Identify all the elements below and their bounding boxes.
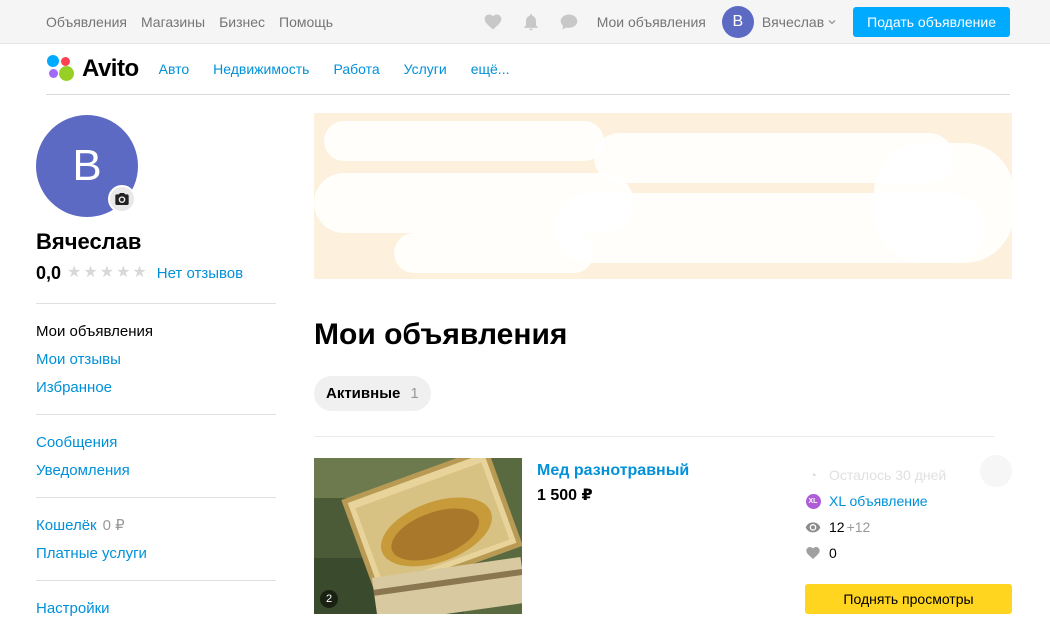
sidebar-item-messages[interactable]: Сообщения: [36, 429, 276, 457]
xl-badge-icon: XL: [805, 493, 821, 509]
star-icon: ★: [83, 264, 98, 281]
tab-active-label: Активные: [326, 385, 401, 402]
profile-avatar[interactable]: В: [36, 115, 138, 217]
profile-avatar-letter: В: [72, 141, 102, 190]
category-nav: Авто Недвижимость Работа Услуги ещё...: [159, 61, 510, 77]
eye-icon: [805, 519, 821, 535]
ad-title-link[interactable]: Мед разнотравный: [537, 462, 689, 480]
profile-sidebar: В Вячеслав 0,0 ★ ★ ★ ★ ★ Нет отзывов Мои…: [36, 115, 276, 635]
ad-remaining-text: Осталось 30 дней: [829, 467, 947, 483]
top-nav: Объявления Магазины Бизнес Помощь: [46, 0, 333, 44]
wallet-amount: 0 ₽: [102, 517, 125, 534]
my-ads-link[interactable]: Мои объявления: [597, 14, 706, 30]
sidebar-item-paid-services[interactable]: Платные услуги: [36, 540, 276, 568]
sidebar-item-my-reviews[interactable]: Мои отзывы: [36, 346, 276, 374]
sidebar-group-wallet: Кошелёк 0 ₽ Платные услуги: [36, 498, 276, 580]
top-nav-help[interactable]: Помощь: [279, 14, 333, 30]
star-icon: ★: [99, 264, 115, 281]
category-realty[interactable]: Недвижимость: [213, 61, 309, 77]
star-icon: ★: [116, 264, 131, 281]
ad-views: 12 +12: [805, 514, 1012, 540]
rating-stars: ★ ★ ★ ★ ★: [67, 265, 147, 281]
chat-icon[interactable]: [559, 12, 579, 32]
chevron-down-icon: [828, 20, 836, 25]
rating-row: 0,0 ★ ★ ★ ★ ★ Нет отзывов: [36, 263, 276, 283]
tab-active[interactable]: Активные 1: [314, 376, 431, 411]
avatar[interactable]: В: [721, 6, 754, 38]
sidebar-item-notifications[interactable]: Уведомления: [36, 457, 276, 485]
star-icon: ★: [67, 264, 82, 281]
raise-views-button[interactable]: Поднять просмотры: [805, 584, 1012, 614]
user-menu[interactable]: Вячеслав: [762, 14, 837, 30]
heart-icon: [805, 545, 821, 561]
promo-banner: [314, 113, 1012, 279]
heart-icon[interactable]: [483, 12, 503, 32]
top-right-area: Мои объявления В Вячеслав Подать объявле…: [483, 0, 1010, 44]
camera-icon[interactable]: [108, 185, 136, 213]
rating-value: 0,0: [36, 262, 62, 283]
ad-remaining: ◔ Осталось 30 дней: [805, 462, 1012, 488]
ad-price: 1 500 ₽: [537, 487, 593, 504]
ad-meta: ◔ Осталось 30 дней XL XL объявление 12 +…: [805, 462, 1012, 566]
wallet-label: Кошелёк: [36, 517, 97, 534]
clock-icon: ◔: [808, 467, 818, 483]
views-count: 12: [829, 519, 845, 535]
bell-icon[interactable]: [521, 12, 541, 32]
sidebar-group-messages: Сообщения Уведомления: [36, 415, 276, 497]
sidebar-group-settings: Настройки: [36, 581, 276, 635]
tab-active-count: 1: [410, 385, 419, 402]
ad-favorites: 0: [805, 540, 1012, 566]
category-more[interactable]: ещё...: [471, 61, 510, 77]
page-title: Мои объявления: [314, 318, 568, 351]
sidebar-item-wallet[interactable]: Кошелёк 0 ₽: [36, 512, 276, 540]
reviews-link[interactable]: Нет отзывов: [157, 265, 243, 282]
star-icon: ★: [132, 264, 147, 281]
ad-xl: XL XL объявление: [805, 488, 1012, 514]
logo-text: Avito: [82, 55, 139, 82]
top-bar: Объявления Магазины Бизнес Помощь Мои об…: [0, 0, 1050, 44]
top-nav-shops[interactable]: Магазины: [141, 14, 205, 30]
avito-logo[interactable]: Avito: [46, 54, 139, 84]
profile-name: Вячеслав: [36, 229, 142, 254]
xl-badge: XL: [805, 493, 821, 509]
xl-link[interactable]: XL объявление: [829, 493, 928, 509]
favorites-count: 0: [829, 545, 837, 561]
views-today: +12: [846, 519, 871, 535]
logo-dots-icon: [46, 54, 76, 84]
sidebar-group-ads: Мои объявления Мои отзывы Избранное: [36, 304, 276, 414]
top-nav-business[interactable]: Бизнес: [219, 14, 265, 30]
top-nav-ads[interactable]: Объявления: [46, 14, 127, 30]
sidebar-item-my-ads[interactable]: Мои объявления: [36, 318, 276, 346]
honeycomb-photo: [314, 458, 522, 614]
divider: [314, 436, 994, 437]
header: Avito Авто Недвижимость Работа Услуги ещ…: [46, 44, 1010, 95]
photo-count-badge: 2: [320, 590, 338, 608]
category-services[interactable]: Услуги: [404, 61, 447, 77]
sidebar-item-favorites[interactable]: Избранное: [36, 374, 276, 402]
ad-photo[interactable]: 2: [314, 458, 522, 614]
post-ad-button[interactable]: Подать объявление: [853, 7, 1010, 37]
sidebar-item-settings[interactable]: Настройки: [36, 595, 276, 623]
category-jobs[interactable]: Работа: [333, 61, 379, 77]
user-name: Вячеслав: [761, 14, 825, 30]
category-auto[interactable]: Авто: [159, 61, 190, 77]
